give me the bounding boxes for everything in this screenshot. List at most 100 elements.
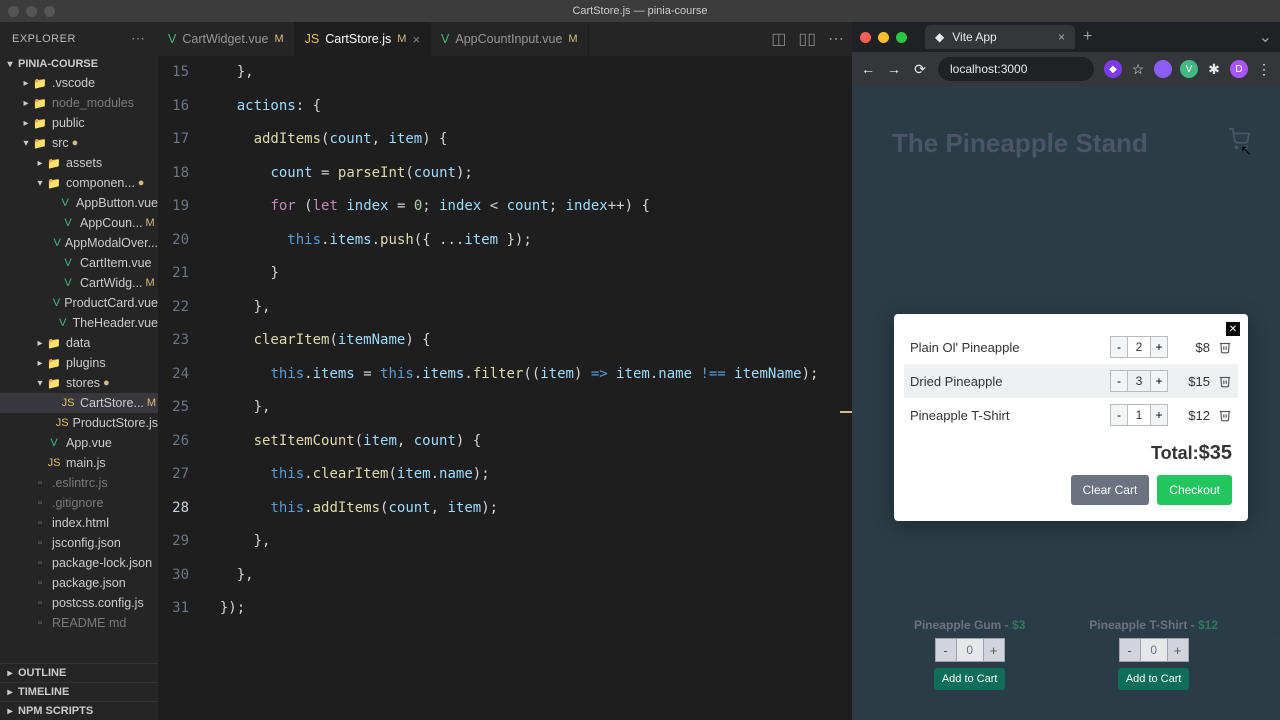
close-window-icon[interactable] (8, 6, 19, 17)
folder-item[interactable]: ▸📁.vscode (0, 73, 158, 93)
file-item[interactable]: VApp.vue (0, 433, 158, 453)
folder-item[interactable]: ▸📁data (0, 333, 158, 353)
reload-icon[interactable]: ⟳ (912, 61, 928, 78)
split-icon[interactable]: ▯▯ (798, 29, 816, 49)
code-line[interactable]: }, (203, 56, 852, 90)
tab-label: CartWidget.vue (182, 32, 268, 46)
address-bar[interactable]: localhost:3000 (938, 57, 1094, 81)
extension-icon[interactable] (1154, 60, 1172, 78)
code-line[interactable]: }, (203, 391, 852, 425)
trash-icon[interactable] (1218, 374, 1232, 388)
code-line[interactable]: } (203, 257, 852, 291)
file-item[interactable]: ▫postcss.config.js (0, 593, 158, 613)
code-line[interactable]: this.items.push({ ...item }); (203, 224, 852, 258)
menu-icon[interactable]: ⋮ (1256, 61, 1272, 78)
extensions-icon[interactable]: ✱ (1206, 61, 1222, 78)
folder-item[interactable]: ▸📁public (0, 113, 158, 133)
add-to-cart-button[interactable]: Add to Cart (1118, 668, 1190, 690)
code-line[interactable]: }, (203, 559, 852, 593)
minimize-window-icon[interactable] (26, 6, 37, 17)
npm-scripts-section[interactable]: ▸NPM SCRIPTS (0, 701, 158, 720)
code-line[interactable]: addItems(count, item) { (203, 123, 852, 157)
decrement-button[interactable]: - (935, 638, 957, 662)
file-item[interactable]: VAppCoun...M (0, 213, 158, 233)
code-line[interactable]: }, (203, 525, 852, 559)
file-item[interactable]: JSmain.js (0, 453, 158, 473)
close-tab-icon[interactable]: × (1058, 30, 1065, 44)
folder-item[interactable]: ▾📁componen...● (0, 173, 158, 193)
folder-item[interactable]: ▾📁src● (0, 133, 158, 153)
more-icon[interactable]: ⋯ (828, 29, 844, 49)
timeline-section[interactable]: ▸TIMELINE (0, 682, 158, 701)
decrement-button[interactable]: - (1119, 638, 1141, 662)
folder-item[interactable]: ▸📁plugins (0, 353, 158, 373)
file-item[interactable]: ▫README md (0, 613, 158, 633)
increment-button[interactable]: + (1150, 370, 1168, 392)
code-line[interactable]: clearItem(itemName) { (203, 324, 852, 358)
decrement-button[interactable]: - (1110, 370, 1128, 392)
decrement-button[interactable]: - (1110, 336, 1128, 358)
checkout-button[interactable]: Checkout (1157, 475, 1232, 505)
profile-icon[interactable]: D (1230, 60, 1248, 78)
file-item[interactable]: VAppModalOver... (0, 233, 158, 253)
vue-devtools-icon[interactable]: V (1180, 60, 1198, 78)
code-line[interactable]: count = parseInt(count); (203, 157, 852, 191)
increment-button[interactable]: + (1150, 336, 1168, 358)
close-tab-icon[interactable]: × (412, 32, 420, 47)
code-line[interactable]: }); (203, 592, 852, 626)
maximize-window-icon[interactable] (44, 6, 55, 17)
code-editor[interactable]: 1516171819202122232425262728293031 }, ac… (158, 56, 852, 720)
explorer-more-icon[interactable]: ⋯ (131, 30, 146, 47)
editor-tab[interactable]: VCartWidget.vueM (158, 22, 295, 56)
file-item[interactable]: VCartItem.vue (0, 253, 158, 273)
code-line[interactable]: actions: { (203, 90, 852, 124)
window-controls (8, 6, 55, 17)
tabs-dropdown-icon[interactable]: ⌄ (1259, 27, 1272, 47)
run-icon[interactable]: ◫ (771, 29, 786, 49)
code-line[interactable]: this.clearItem(item.name); (203, 458, 852, 492)
bookmark-icon[interactable]: ☆ (1130, 61, 1146, 78)
file-item[interactable]: VCartWidg...M (0, 273, 158, 293)
back-icon[interactable]: ← (860, 61, 876, 77)
code-line[interactable]: this.addItems(count, item); (203, 492, 852, 526)
add-to-cart-button[interactable]: Add to Cart (934, 668, 1006, 690)
clear-cart-button[interactable]: Clear Cart (1071, 475, 1150, 505)
close-popover-icon[interactable]: ✕ (1226, 322, 1240, 336)
file-item[interactable]: ▫.eslintrc.js (0, 473, 158, 493)
editor-tab[interactable]: VAppCountInput.vueM (431, 22, 589, 56)
outline-section[interactable]: ▸OUTLINE (0, 663, 158, 682)
file-item[interactable]: VProductCard.vue (0, 293, 158, 313)
increment-button[interactable]: + (1167, 638, 1189, 662)
file-item[interactable]: ▫jsconfig.json (0, 533, 158, 553)
trash-icon[interactable] (1218, 408, 1232, 422)
forward-icon[interactable]: → (886, 61, 902, 77)
file-item[interactable]: ▫package-lock.json (0, 553, 158, 573)
code-line[interactable]: setItemCount(item, count) { (203, 425, 852, 459)
folder-item[interactable]: ▸📁assets (0, 153, 158, 173)
maximize-window-icon[interactable] (896, 32, 907, 43)
file-item[interactable]: ▫package.json (0, 573, 158, 593)
file-item[interactable]: JSCartStore...M (0, 393, 158, 413)
increment-button[interactable]: + (983, 638, 1005, 662)
editor-tab[interactable]: JSCartStore.jsM× (295, 22, 431, 56)
folder-item[interactable]: ▸📁node_modules (0, 93, 158, 113)
code-line[interactable]: }, (203, 291, 852, 325)
decrement-button[interactable]: - (1110, 404, 1128, 426)
file-item[interactable]: VTheHeader.vue (0, 313, 158, 333)
minimize-window-icon[interactable] (878, 32, 889, 43)
file-item[interactable]: VAppButton.vue (0, 193, 158, 213)
code-line[interactable]: for (let index = 0; index < count; index… (203, 190, 852, 224)
browser-tab[interactable]: ◆ Vite App × (925, 25, 1075, 49)
file-item[interactable]: JSProductStore.js (0, 413, 158, 433)
project-header[interactable]: ▾ PINIA-COURSE (0, 55, 158, 73)
extension-icon[interactable]: ◆ (1104, 60, 1122, 78)
folder-item[interactable]: ▾📁stores● (0, 373, 158, 393)
increment-button[interactable]: + (1150, 404, 1168, 426)
code-line[interactable]: this.items = this.items.filter((item) =>… (203, 358, 852, 392)
file-item[interactable]: ▫index.html (0, 513, 158, 533)
file-item[interactable]: ▫.gitignore (0, 493, 158, 513)
close-window-icon[interactable] (860, 32, 871, 43)
chevron-right-icon: ▸ (34, 158, 46, 169)
trash-icon[interactable] (1218, 340, 1232, 354)
new-tab-icon[interactable]: + (1083, 28, 1092, 46)
